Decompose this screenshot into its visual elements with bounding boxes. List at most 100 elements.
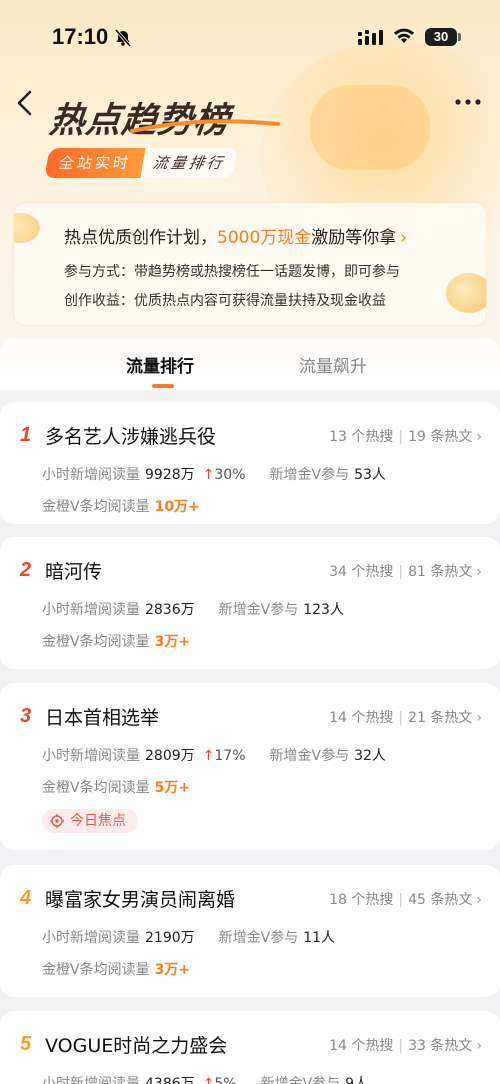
promo-head-prefix: 热点优质创作计划， [64,228,217,248]
rank-number: 1 [20,424,32,446]
hot-search-count: 14 个热搜 [329,710,394,726]
promo-participation: 参与方式：带趋势榜或热搜榜任一话题发博，即可参与 [64,264,400,280]
chevron-right-icon: › [476,429,482,445]
growth-rate: ↑30% [203,467,246,483]
tab-active-indicator [152,384,174,388]
promo-headline[interactable]: 热点优质创作计划，5000万现金激励等你拿 › [64,223,407,248]
growth-rate: ↑5% [203,1076,237,1084]
hourly-reads-label: 小时新增阅读量 [42,1076,140,1084]
list-item[interactable]: 3 日本首相选举 14 个热搜 | 21 条热文 › 小时新增阅读量 2809万 ↑17%… [0,683,500,850]
more-dots-icon [455,99,481,105]
new-gold-v-value: 32人 [354,748,386,764]
hourly-reads-value: 2809万 [145,748,195,764]
stats-row: 小时新增阅读量 2809万 ↑17% 新增金V参与 32人 [42,745,386,765]
topic-title: 曝富家女男演员闹离婚 [45,889,236,911]
avg-reads-value: 3万+ [154,634,191,650]
arrow-up-icon: ↑ [202,1076,215,1084]
hot-post-count: 81 条热文 [408,564,473,580]
rank-number: 3 [20,705,32,727]
avg-reads-row: 金橙V条均阅读量 3万+ [42,631,190,651]
list-item[interactable]: 5 VOGUE时尚之力盛会 14 个热搜 | 33 条热文 › 小时新增阅读量 4386… [0,1011,500,1084]
wifi-icon [394,28,414,43]
promo-card[interactable]: 热点优质创作计划，5000万现金激励等你拿 › 参与方式：带趋势榜或热搜榜任一话题… [13,202,487,326]
new-gold-v-label: 新增金V参与 [260,1076,341,1084]
subtitle-text: 流量排行 [140,148,238,178]
avg-reads-label: 金橙V条均阅读量 [42,962,150,978]
target-icon [50,814,64,828]
topic-title: 日本首相选举 [45,707,160,729]
status-bar: 17:10 30 [0,0,500,70]
new-gold-v-value: 123人 [303,602,344,618]
avg-reads-label: 金橙V条均阅读量 [42,634,150,650]
coin-decoration [446,273,486,313]
rank-number: 4 [20,887,32,909]
topic-meta: 13 个热搜 | 19 条热文 › [329,429,482,445]
hot-post-count: 33 条热文 [408,1038,473,1054]
list-item[interactable]: 1 多名艺人涉嫌逃兵役 13 个热搜 | 19 条热文 › 小时新增阅读量 9928万 ↑… [0,402,500,524]
new-gold-v-value: 9人 [345,1076,369,1084]
hot-search-count: 13 个热搜 [329,429,394,445]
new-gold-v-label: 新增金V参与 [269,748,350,764]
stats-row: 小时新增阅读量 9928万 ↑30% 新增金V参与 53人 [42,464,386,484]
tab-bar: 流量排行 流量飙升 [0,338,500,390]
topic-title: 多名艺人涉嫌逃兵役 [45,426,217,448]
hourly-reads-value: 2836万 [145,602,195,618]
page-subtitle: 全站实时 流量排行 [44,148,238,178]
banner-decoration-bubble [310,85,430,170]
title-swoosh-decoration [130,119,280,133]
avg-reads-label: 金橙V条均阅读量 [42,499,150,515]
more-button[interactable] [452,92,486,112]
battery-cap [458,33,461,41]
topic-meta: 18 个热搜 | 45 条热文 › [329,892,482,908]
hourly-reads-label: 小时新增阅读量 [42,602,140,618]
hot-search-count: 34 个热搜 [329,564,394,580]
growth-rate: ↑17% [203,748,246,764]
hourly-reads-value: 9928万 [145,467,195,483]
tab-traffic-rank[interactable]: 流量排行 [126,352,194,377]
chevron-left-icon [17,90,32,116]
avg-reads-row: 金橙V条均阅读量 10万+ [42,496,200,516]
bell-muted-icon [114,29,132,47]
stats-row: 小时新增阅读量 2190万 新增金V参与 11人 [42,927,335,947]
topic-meta: 14 个热搜 | 21 条热文 › [329,710,482,726]
promo-head-highlight: 5000万现金 [217,228,312,248]
rank-number: 2 [20,559,32,581]
avg-reads-value: 10万+ [154,499,200,515]
new-gold-v-label: 新增金V参与 [269,467,350,483]
new-gold-v-label: 新增金V参与 [218,602,299,618]
hot-search-count: 14 个热搜 [329,1038,394,1054]
chevron-right-icon: › [476,710,482,726]
back-button[interactable] [10,86,40,122]
list-item[interactable]: 2 暗河传 34 个热搜 | 81 条热文 › 小时新增阅读量 2836万 新增金V参与 1… [0,537,500,669]
chevron-right-icon: › [400,228,408,248]
tab-traffic-surge[interactable]: 流量飙升 [299,352,367,377]
new-gold-v-value: 11人 [303,930,336,946]
avg-reads-row: 金橙V条均阅读量 3万+ [42,959,190,979]
battery-indicator: 30 [425,28,457,46]
hourly-reads-value: 2190万 [145,930,195,946]
new-gold-v-label: 新增金V参与 [218,930,299,946]
topic-meta: 14 个热搜 | 33 条热文 › [329,1038,482,1054]
avg-reads-label: 金橙V条均阅读量 [42,780,150,796]
promo-head-suffix: 激励等你拿 [311,228,397,248]
signal-icon [358,30,383,45]
avg-reads-value: 3万+ [154,962,191,978]
focus-tag-label: 今日焦点 [70,813,126,829]
chevron-right-icon: › [476,892,482,908]
avg-reads-row: 金橙V条均阅读量 5万+ [42,777,190,797]
growth-value: 17% [214,748,246,764]
new-gold-v-value: 53人 [354,467,386,483]
subtitle-badge: 全站实时 [44,148,146,178]
list-item[interactable]: 4 曝富家女男演员闹离婚 18 个热搜 | 45 条热文 › 小时新增阅读量 2190万… [0,865,500,997]
hot-search-count: 18 个热搜 [329,892,394,908]
arrow-up-icon: ↑ [202,748,215,764]
growth-value: 30% [214,467,246,483]
chevron-right-icon: › [476,1038,482,1054]
status-time: 17:10 [52,24,109,49]
hot-post-count: 19 条热文 [408,429,473,445]
focus-tag[interactable]: 今日焦点 [42,809,138,833]
arrow-up-icon: ↑ [202,467,215,483]
topic-meta: 34 个热搜 | 81 条热文 › [329,564,482,580]
stats-row: 小时新增阅读量 2836万 新增金V参与 123人 [42,599,344,619]
growth-value: 5% [214,1076,237,1084]
